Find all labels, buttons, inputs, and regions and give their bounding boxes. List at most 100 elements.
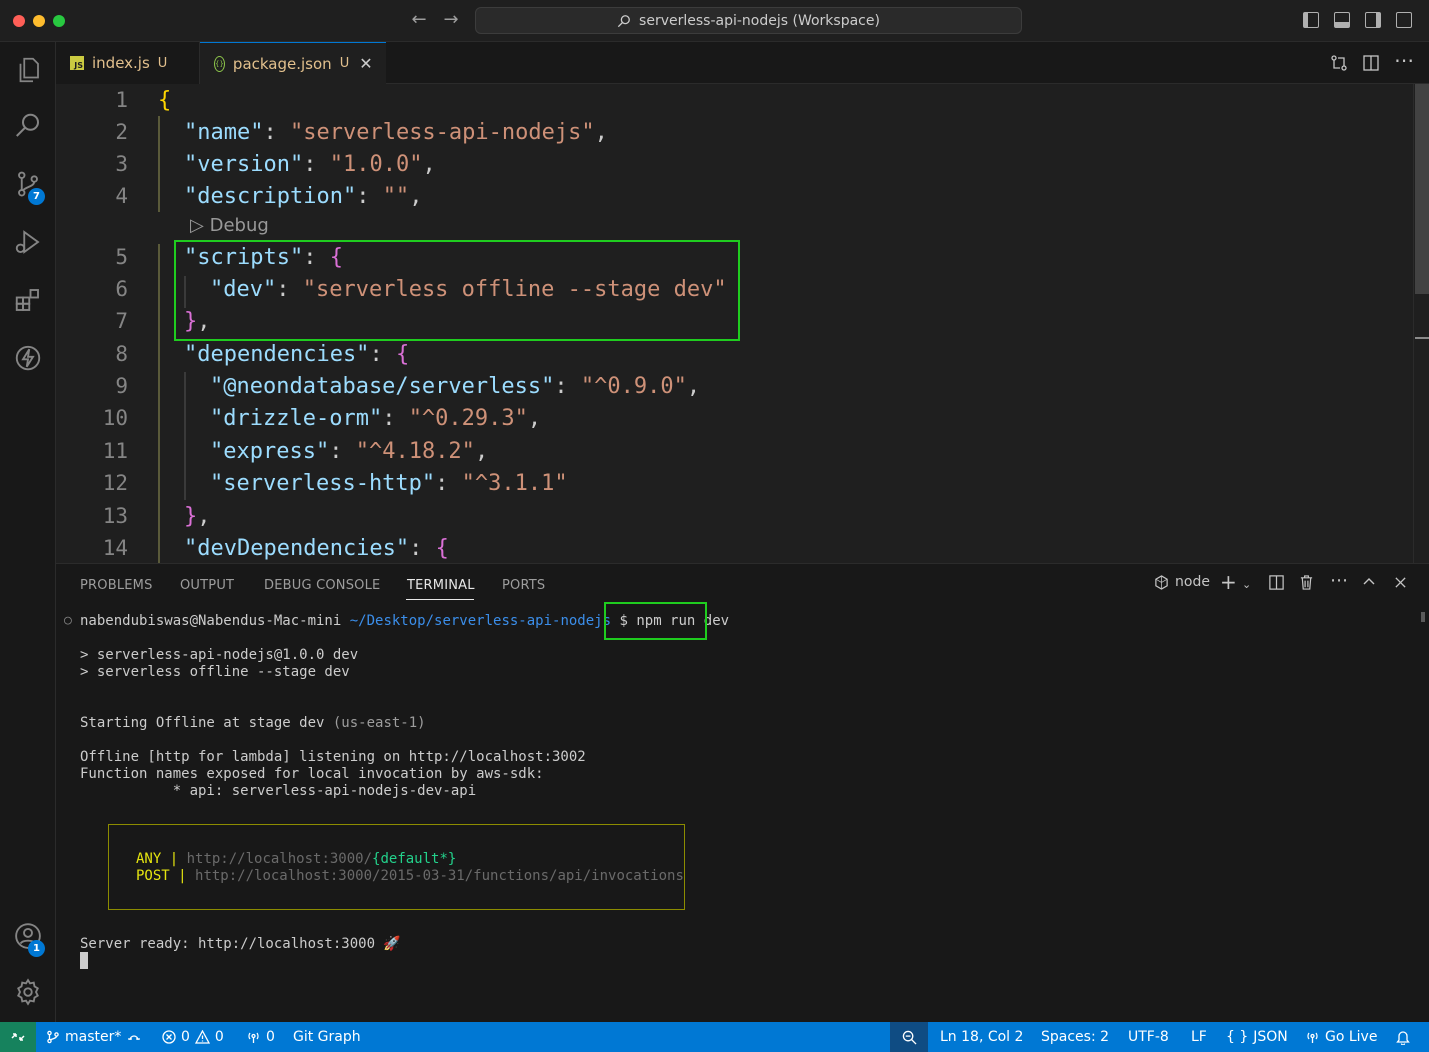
code-text: "drizzle-orm": "^0.29.3", — [210, 405, 542, 431]
scripts-highlight-box — [174, 240, 740, 341]
code-text: "@neondatabase/serverless": "^0.9.0", — [210, 373, 701, 399]
extensions-icon[interactable] — [0, 276, 56, 324]
line-number: 1 — [115, 88, 128, 112]
terminal-name: node — [1175, 574, 1210, 590]
maximize-panel-icon[interactable] — [1362, 574, 1376, 593]
go-live-button[interactable]: Go Live — [1305, 1022, 1377, 1052]
problems-status[interactable]: 0 0 — [162, 1022, 224, 1052]
code-text: }, — [184, 503, 211, 529]
broadcast-icon — [1307, 1032, 1318, 1043]
ports-count: 0 — [266, 1029, 275, 1045]
tab-package-json[interactable]: {} package.json U ✕ — [200, 42, 386, 84]
listening-line: Offline [http for lambda] listening on h… — [80, 749, 586, 765]
split-editor-icon[interactable] — [1362, 54, 1380, 76]
line-number: 8 — [115, 342, 128, 366]
code-text: "dependencies": { — [184, 341, 410, 367]
more-actions-icon[interactable]: ⋯ — [1394, 48, 1414, 72]
customize-layout-icon[interactable] — [1396, 12, 1412, 28]
accounts-icon[interactable]: 1 — [0, 912, 56, 960]
run-debug-icon[interactable] — [0, 218, 56, 266]
sync-icon — [128, 1035, 141, 1041]
command-center-search[interactable]: serverless-api-nodejs (Workspace) — [475, 7, 1022, 34]
git-graph-button[interactable]: Git Graph — [293, 1022, 361, 1052]
source-control-icon[interactable]: 7 — [0, 160, 56, 208]
new-terminal-plus-icon[interactable]: + — [1220, 570, 1237, 594]
trash-icon[interactable] — [1299, 574, 1314, 595]
tab-problems[interactable]: PROBLEMS — [80, 578, 153, 593]
more-actions-icon[interactable]: ⋯ — [1330, 570, 1348, 591]
debug-codelens[interactable]: ▷ Debug — [190, 215, 269, 236]
code-line: 2 "name": "serverless-api-nodejs", — [56, 116, 1414, 148]
settings-gear-icon[interactable] — [0, 968, 56, 1016]
terminal-selector[interactable]: node — [1154, 574, 1210, 590]
accounts-badge: 1 — [28, 940, 45, 957]
script-line: > serverless-api-nodejs@1.0.0 dev — [80, 647, 359, 663]
line-number: 3 — [115, 152, 128, 176]
prompt-circle-icon: ○ — [64, 613, 72, 628]
function-item-line: * api: serverless-api-nodejs-dev-api — [80, 783, 477, 799]
branch-status[interactable]: master* — [46, 1022, 142, 1052]
toggle-primary-sidebar-icon[interactable] — [1303, 12, 1319, 28]
search-icon — [617, 14, 630, 27]
notifications-bell-icon[interactable] — [1396, 1022, 1410, 1052]
tab-ports[interactable]: PORTS — [502, 578, 545, 593]
functions-line: Function names exposed for local invocat… — [80, 766, 544, 782]
active-tab-indicator — [406, 599, 474, 600]
status-bar: master* 0 0 0 Git Graph Ln 18, Col 2 Spa… — [0, 1022, 1429, 1052]
language-mode[interactable]: { } JSON — [1226, 1022, 1288, 1052]
encoding-status[interactable]: UTF-8 — [1128, 1022, 1169, 1052]
route-path: {default*} — [372, 851, 457, 867]
ports-status[interactable]: 0 — [246, 1022, 275, 1052]
split-terminal-icon[interactable] — [1268, 574, 1285, 595]
explorer-icon[interactable] — [0, 46, 56, 94]
code-line: 13 }, — [56, 500, 1414, 532]
tab-terminal[interactable]: TERMINAL — [407, 578, 475, 593]
code-line: 12 "serverless-http": "^3.1.1" — [56, 467, 1414, 499]
tab-debug-console[interactable]: DEBUG CONSOLE — [264, 578, 380, 593]
toggle-panel-icon[interactable] — [1334, 12, 1350, 28]
zoom-icon[interactable] — [890, 1022, 928, 1052]
untracked-indicator: U — [339, 56, 350, 71]
open-changes-icon[interactable] — [1330, 54, 1348, 76]
back-arrow-icon[interactable]: ← — [408, 9, 430, 30]
go-live-label: Go Live — [1325, 1029, 1378, 1045]
close-panel-icon[interactable] — [1394, 574, 1407, 593]
close-tab-icon[interactable]: ✕ — [359, 54, 372, 73]
command-highlight-box — [604, 602, 707, 640]
error-count: 0 — [181, 1029, 190, 1045]
terminal-cursor — [80, 952, 88, 969]
close-window-button[interactable] — [13, 15, 25, 27]
tab-output[interactable]: OUTPUT — [180, 578, 234, 593]
route-url[interactable]: http://localhost:3000/ — [187, 851, 372, 867]
editor-scrollbar-thumb[interactable] — [1415, 84, 1429, 294]
chevron-down-icon[interactable]: ⌄ — [1242, 578, 1251, 591]
starting-text: Starting Offline at stage dev — [80, 715, 325, 731]
tab-index-js[interactable]: JS index.js U — [56, 42, 200, 84]
toggle-secondary-sidebar-icon[interactable] — [1365, 12, 1381, 28]
code-editor[interactable]: 1 { 2 "name": "serverless-api-nodejs", 3… — [56, 84, 1429, 563]
indentation-status[interactable]: Spaces: 2 — [1041, 1022, 1109, 1052]
error-icon — [162, 1030, 176, 1044]
terminal-scrollbar[interactable] — [1421, 612, 1425, 622]
code-line: 10 "drizzle-orm": "^0.29.3", — [56, 402, 1414, 434]
line-number: 2 — [115, 120, 128, 144]
route-any-line: ANY | http://localhost:3000/{default*} — [136, 851, 456, 867]
lightning-icon[interactable] — [0, 334, 56, 382]
forward-arrow-icon[interactable]: → — [440, 9, 462, 30]
language-label: JSON — [1253, 1029, 1288, 1045]
remote-indicator-icon[interactable] — [0, 1022, 36, 1052]
maximize-window-button[interactable] — [53, 15, 65, 27]
code-line: 8 "dependencies": { — [56, 338, 1414, 370]
editor-scrollbar[interactable] — [1413, 84, 1429, 563]
minimize-window-button[interactable] — [33, 15, 45, 27]
eol-status[interactable]: LF — [1191, 1022, 1207, 1052]
search-icon[interactable] — [0, 102, 56, 150]
code-line: 1 { — [56, 84, 1414, 116]
prompt-path: ~/Desktop/serverless-api-nodejs — [349, 613, 612, 629]
route-url[interactable]: http://localhost:3000/2015-03-31/functio… — [195, 868, 684, 884]
line-number: 13 — [102, 504, 128, 528]
routes-box — [108, 824, 685, 910]
warning-count: 0 — [214, 1029, 224, 1045]
cursor-position[interactable]: Ln 18, Col 2 — [940, 1022, 1023, 1052]
prompt-user: nabendubiswas@Nabendus-Mac-mini — [80, 613, 342, 629]
